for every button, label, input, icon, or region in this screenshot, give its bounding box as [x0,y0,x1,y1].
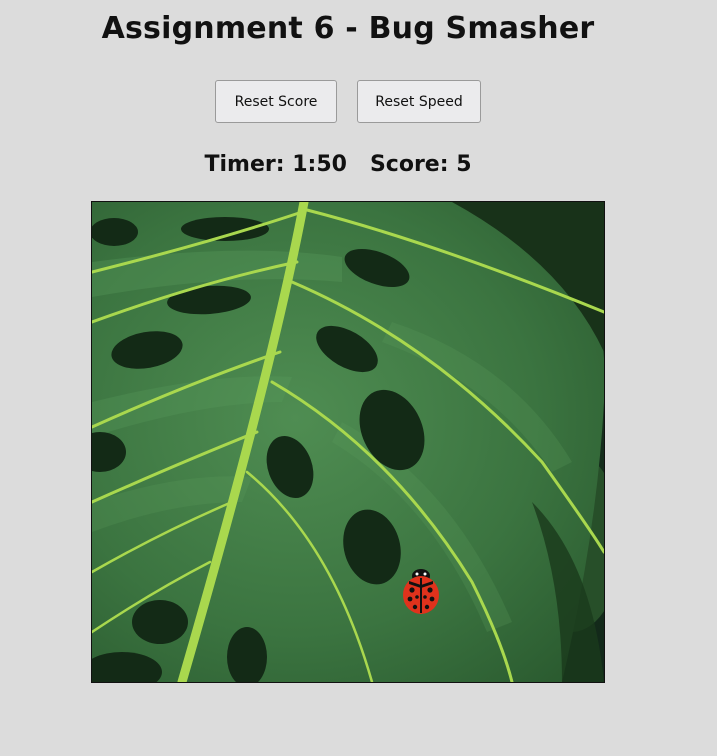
reset-speed-button[interactable]: Reset Speed [357,80,481,123]
timer-label: Timer: [204,152,285,177]
status-bar: Timer: 1:50 Score: 5 [0,152,676,177]
monstera-leaf-image [92,202,604,682]
score-label: Score: [369,152,449,177]
game-area[interactable] [91,201,605,683]
score-value: 5 [456,152,472,177]
ladybug-icon[interactable] [401,568,441,614]
page-title: Assignment 6 - Bug Smasher [101,11,595,46]
timer-value: 1:50 [292,152,347,177]
reset-score-button[interactable]: Reset Score [215,80,337,123]
